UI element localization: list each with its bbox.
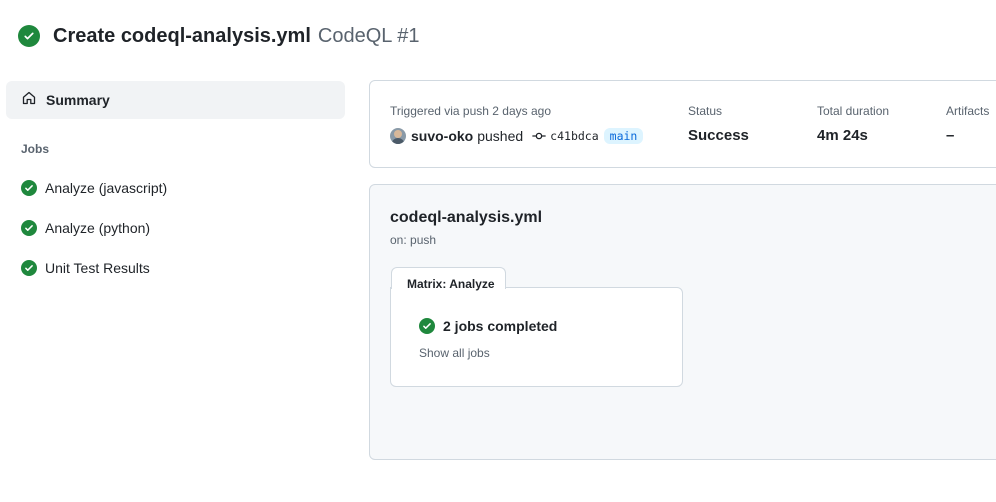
success-check-icon xyxy=(21,220,37,236)
action-text: pushed xyxy=(477,128,524,144)
duration-value: 4m 24s xyxy=(817,127,868,144)
workflow-trigger: on: push xyxy=(390,233,437,247)
matrix-job-group[interactable]: 2 jobs completed Show all jobs xyxy=(390,287,683,387)
workflow-run-number: CodeQL #1 xyxy=(317,24,420,47)
git-commit-icon xyxy=(532,129,546,143)
commit-sha-link[interactable]: c41bdca xyxy=(550,129,598,143)
workflow-file-name[interactable]: codeql-analysis.yml xyxy=(390,209,542,227)
branch-badge[interactable]: main xyxy=(603,128,644,144)
status-label: Status xyxy=(688,104,723,118)
artifacts-value: – xyxy=(946,127,955,144)
trigger-details: suvo-oko pushed c41bdca main xyxy=(390,126,644,146)
jobs-completed-status: 2 jobs completed xyxy=(419,318,557,334)
trigger-label: Triggered via push 2 days ago xyxy=(390,104,551,118)
sidebar-item-label: Summary xyxy=(46,92,110,108)
sidebar-item-label: Unit Test Results xyxy=(45,260,150,276)
success-check-icon xyxy=(419,318,435,334)
artifacts-label: Artifacts xyxy=(946,104,990,118)
sidebar-item-summary[interactable]: Summary xyxy=(6,81,345,119)
workflow-graph-panel: codeql-analysis.yml on: push Matrix: Ana… xyxy=(369,184,996,460)
page-header: Create codeql-analysis.yml CodeQL #1 xyxy=(18,24,419,48)
run-title: Create codeql-analysis.yml xyxy=(53,24,311,47)
sidebar-job-analyze-javascript[interactable]: Analyze (javascript) xyxy=(21,178,167,198)
sidebar-job-unit-test-results[interactable]: Unit Test Results xyxy=(21,258,150,278)
show-all-jobs-link[interactable]: Show all jobs xyxy=(419,346,490,360)
success-check-icon xyxy=(18,25,40,47)
duration-label: Total duration xyxy=(817,104,890,118)
sidebar-item-label: Analyze (javascript) xyxy=(45,180,168,196)
actor-link[interactable]: suvo-oko xyxy=(411,128,473,144)
jobs-completed-text: 2 jobs completed xyxy=(443,318,558,334)
home-icon xyxy=(21,90,37,111)
sidebar-item-label: Analyze (python) xyxy=(45,220,151,236)
sidebar-job-analyze-python[interactable]: Analyze (python) xyxy=(21,218,150,238)
success-check-icon xyxy=(21,260,37,276)
status-value: Success xyxy=(688,127,749,144)
jobs-heading: Jobs xyxy=(21,142,50,156)
avatar[interactable] xyxy=(390,128,406,144)
matrix-label: Matrix: Analyze xyxy=(391,267,506,291)
success-check-icon xyxy=(21,180,37,196)
run-summary-card: Triggered via push 2 days ago suvo-oko p… xyxy=(369,80,996,168)
